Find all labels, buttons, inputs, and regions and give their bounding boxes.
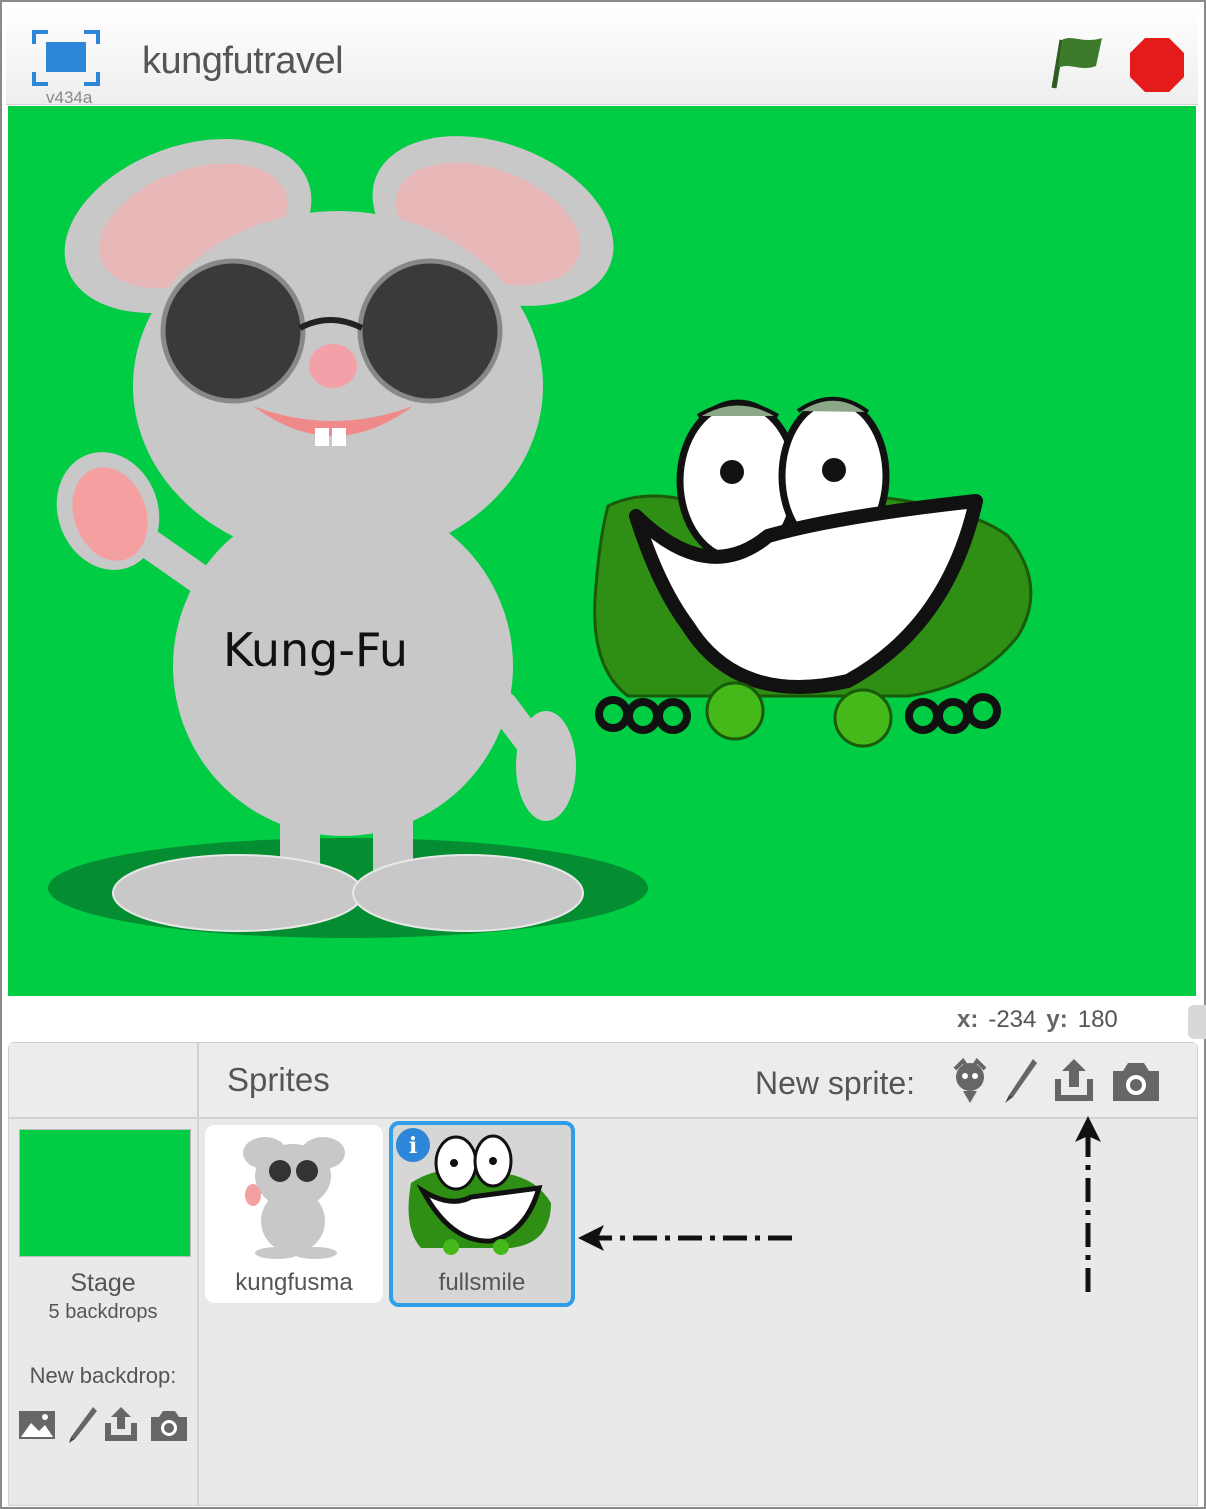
svg-text:i: i <box>409 1133 417 1159</box>
camera-sprite-button[interactable] <box>1111 1057 1159 1105</box>
fullscreen-button[interactable] <box>30 28 102 88</box>
stage-column: Stage 5 backdrops New backdrop: <box>9 1043 199 1505</box>
stage-label: Stage <box>70 1269 136 1297</box>
sprite-name: kungfusma <box>235 1269 353 1296</box>
upload-sprite-button[interactable] <box>1051 1057 1097 1105</box>
stage-column-header <box>9 1043 197 1119</box>
fullscreen-icon <box>32 30 100 86</box>
x-label: x: <box>957 1006 979 1033</box>
stage-thumbnail[interactable] <box>19 1129 191 1257</box>
paint-brush-icon <box>69 1407 97 1443</box>
kungfu-mouse-sprite[interactable]: Kung-Fu <box>40 106 648 938</box>
sprite-name: fullsmile <box>438 1269 526 1296</box>
y-label: y: <box>1046 1006 1068 1033</box>
mouse-coordinates: x: -234 y: 180 <box>957 1006 1118 1034</box>
camera-icon <box>151 1411 187 1441</box>
upload-icon <box>1055 1059 1093 1101</box>
stop-sign-icon <box>1130 38 1184 92</box>
camera-backdrop-button[interactable] <box>149 1405 189 1445</box>
info-icon[interactable]: i <box>395 1127 431 1163</box>
sprite-library-button[interactable] <box>947 1057 993 1105</box>
camera-icon <box>1113 1063 1159 1101</box>
backdrop-library-icon <box>19 1411 55 1439</box>
sprite-tile-fullsmile[interactable]: i fullsmile <box>389 1121 575 1307</box>
x-value: -234 <box>988 1006 1037 1033</box>
sprites-header: Sprites New sprite: <box>199 1043 1197 1119</box>
upload-backdrop-button[interactable] <box>101 1405 141 1445</box>
stage-collapse-tab[interactable] <box>1188 1005 1206 1039</box>
green-flag-icon <box>1051 38 1102 89</box>
paint-sprite-button[interactable] <box>999 1057 1045 1105</box>
upload-icon <box>105 1407 137 1441</box>
stop-button[interactable] <box>1128 36 1186 94</box>
paint-backdrop-button[interactable] <box>63 1405 103 1445</box>
sprite-tile-kungfusma[interactable]: kungfusma <box>205 1125 383 1303</box>
project-title[interactable]: kungfutravel <box>142 40 344 83</box>
stage-canvas[interactable]: Kung-Fu <box>8 106 1196 996</box>
sprites-title: Sprites <box>227 1061 330 1098</box>
fullsmile-frog-sprite[interactable] <box>593 396 1033 748</box>
mouse-shirt-text: Kung-Fu <box>223 623 408 677</box>
green-flag-button[interactable] <box>1046 32 1110 90</box>
version-label: v434a <box>46 88 93 107</box>
paint-brush-icon <box>1005 1059 1037 1103</box>
stage-header: v434a kungfutravel <box>6 6 1198 107</box>
sprite-library-icon <box>953 1057 987 1103</box>
y-value: 180 <box>1077 1006 1118 1033</box>
new-backdrop-label: New backdrop: <box>29 1363 177 1388</box>
backdrops-count: 5 backdrops <box>48 1301 158 1323</box>
backdrop-library-button[interactable] <box>17 1405 57 1445</box>
kungfusma-thumbnail <box>243 1137 345 1259</box>
scratch-window: v434a kungfutravel Kung-Fu x: -234 y: 18… <box>0 0 1206 1509</box>
new-sprite-label: New sprite: <box>755 1065 916 1101</box>
sprites-pane: Stage 5 backdrops New backdrop: Sprites … <box>8 1042 1198 1506</box>
